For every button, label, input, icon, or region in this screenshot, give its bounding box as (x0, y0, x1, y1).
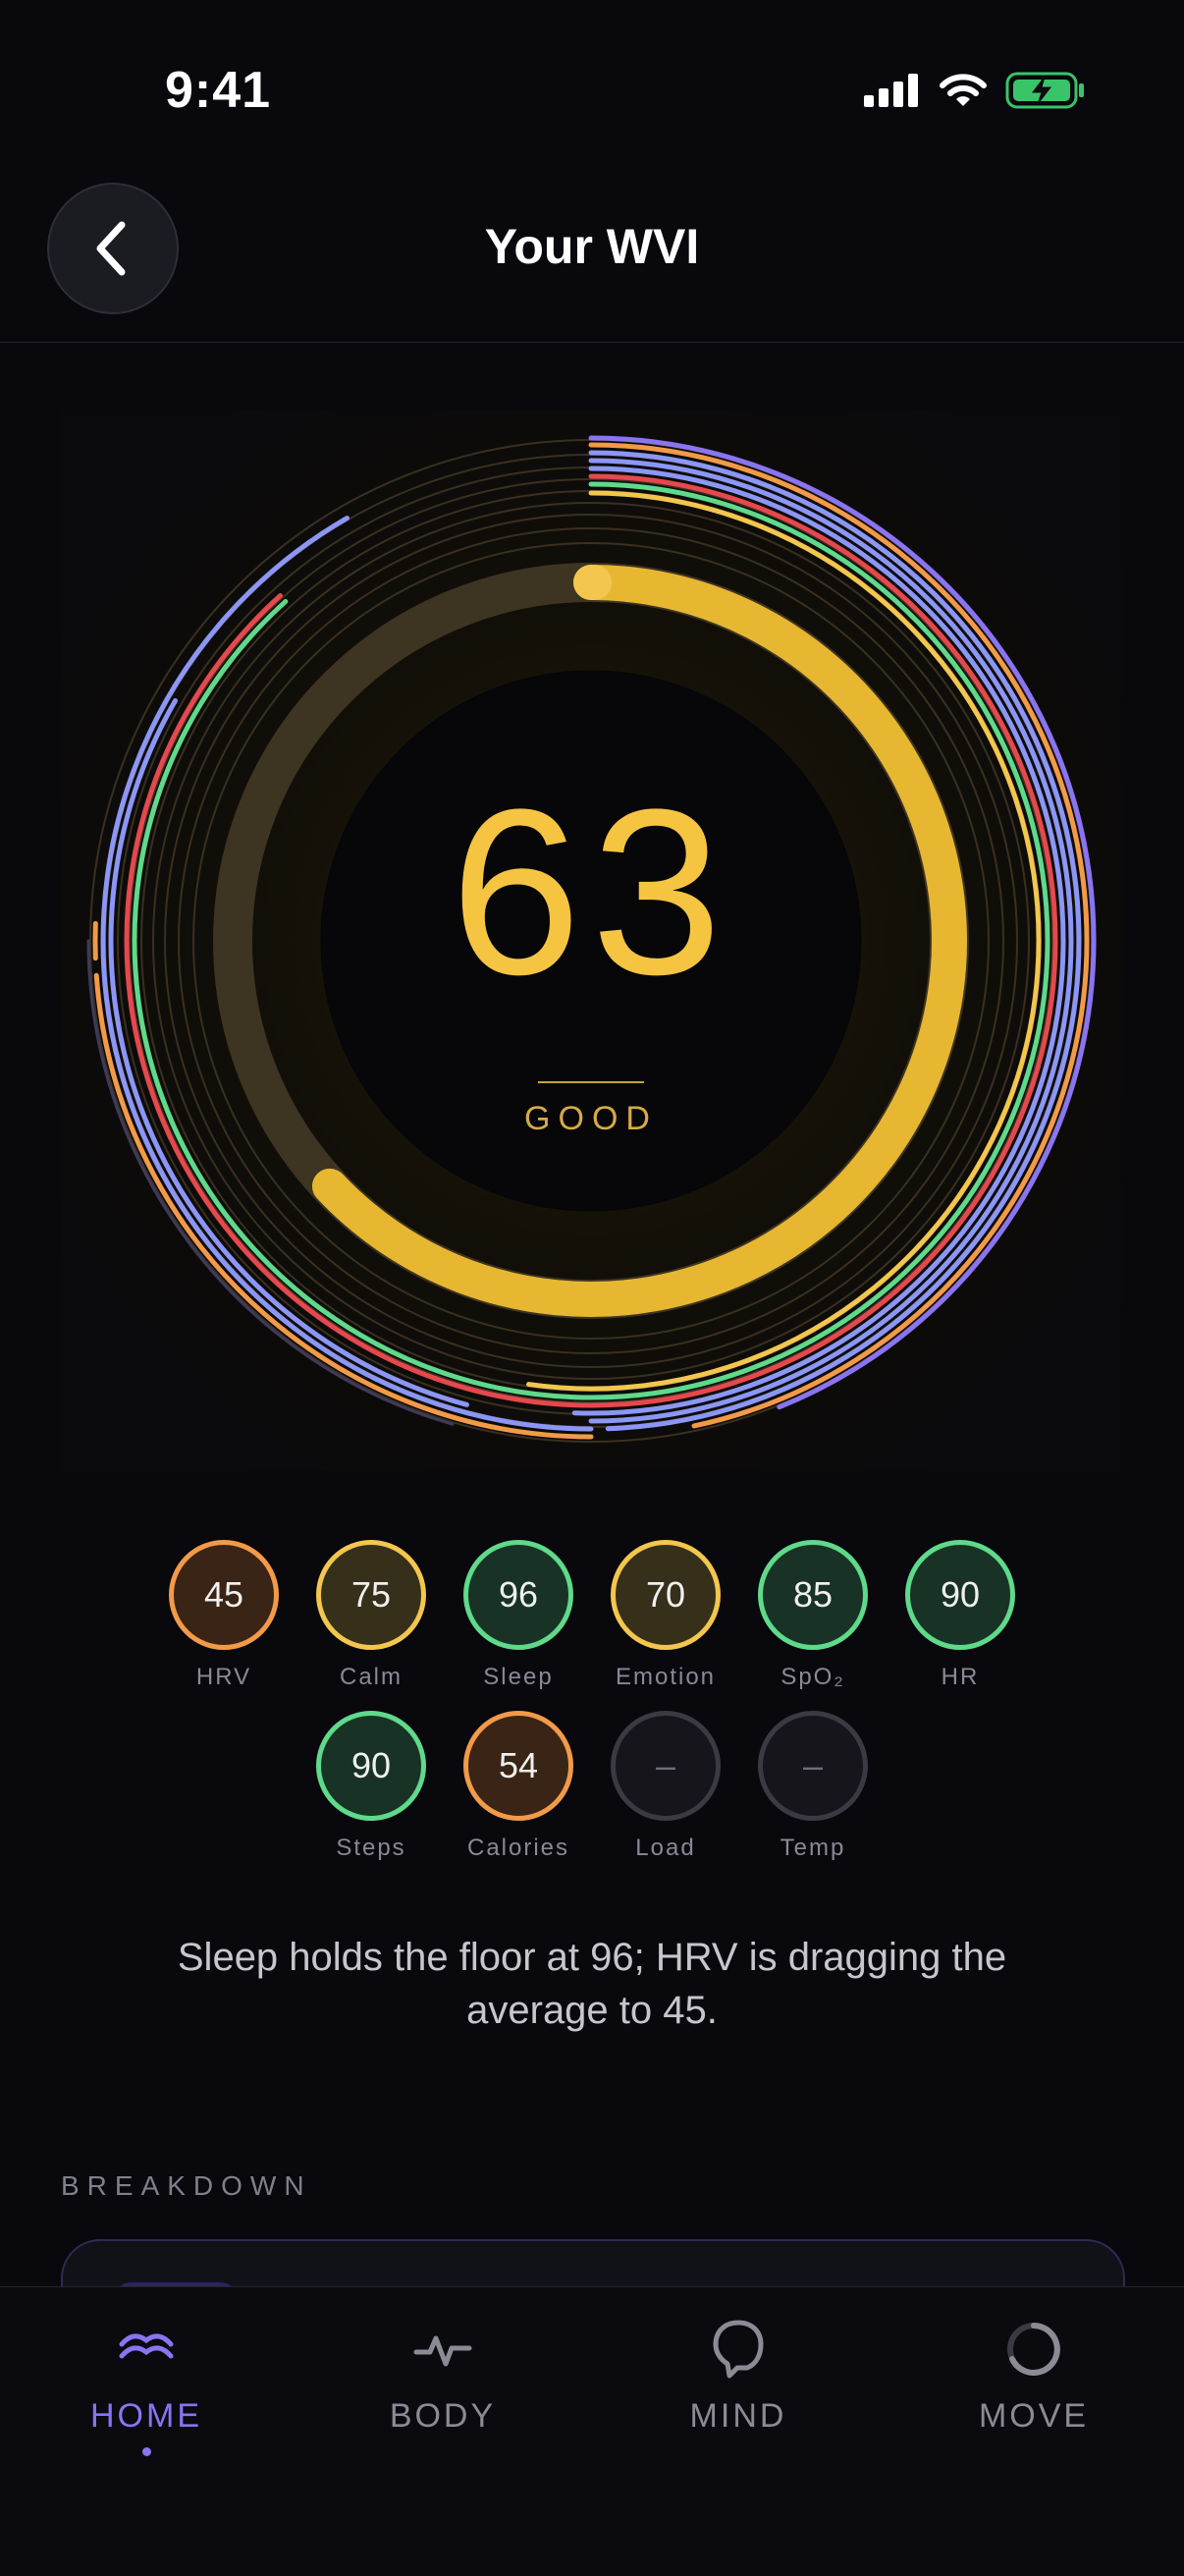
status-time: 9:41 (165, 61, 271, 120)
metric-value: 90 (316, 1711, 426, 1821)
metric-value: – (758, 1711, 868, 1821)
metric-chip-sleep[interactable]: 96 Sleep (460, 1540, 576, 1691)
head-icon (704, 2315, 773, 2384)
metric-label: HR (942, 1664, 980, 1691)
summary-text: Sleep holds the floor at 96; HRV is drag… (147, 1931, 1037, 2037)
tab-body[interactable]: BODY (345, 2315, 541, 2436)
page-title: Your WVI (0, 218, 1184, 275)
header: Your WVI (0, 157, 1184, 343)
metric-value: 75 (316, 1540, 426, 1650)
breakdown-heading: BREAKDOWN (61, 2170, 312, 2202)
tab-move-label: MOVE (936, 2397, 1132, 2436)
tab-mind-label: MIND (640, 2397, 836, 2436)
metric-chip-emotion[interactable]: 70 Emotion (608, 1540, 724, 1691)
wifi-icon (939, 73, 988, 108)
metric-value: 90 (905, 1540, 1015, 1650)
wvi-score-label: GOOD (61, 1100, 1121, 1138)
metric-label: Calm (340, 1664, 403, 1691)
score-divider (538, 1081, 644, 1083)
metric-label: HRV (196, 1664, 251, 1691)
tab-home-label: HOME (48, 2397, 244, 2436)
metric-label: SpO₂ (780, 1664, 844, 1691)
metric-chip-steps[interactable]: 90 Steps (313, 1711, 429, 1862)
wvi-ring-panel: 63 GOOD (61, 411, 1121, 1471)
metric-chip-temp[interactable]: – Temp (755, 1711, 871, 1862)
metric-value: 96 (463, 1540, 573, 1650)
metric-label: Temp (780, 1835, 846, 1862)
metric-value: 70 (611, 1540, 721, 1650)
metric-chip-spo[interactable]: 85 SpO₂ (755, 1540, 871, 1691)
metric-chips: 45 HRV 75 Calm 96 Sleep 70 Emotion 85 SpO₂ 90 HR 90… (0, 1540, 1184, 1882)
metric-row-2: 90 Steps 54 Calories – Load – Temp (0, 1711, 1184, 1862)
metric-value: – (611, 1711, 721, 1821)
active-tab-indicator (142, 2447, 151, 2456)
metric-label: Calories (467, 1835, 569, 1862)
ring-icon (999, 2315, 1068, 2384)
metric-chip-calories[interactable]: 54 Calories (460, 1711, 576, 1862)
status-bar: 9:41 (0, 0, 1184, 147)
tab-mind[interactable]: MIND (640, 2315, 836, 2436)
metric-value: 45 (169, 1540, 279, 1650)
tab-move[interactable]: MOVE (936, 2315, 1132, 2436)
metric-chip-hrv[interactable]: 45 HRV (166, 1540, 282, 1691)
tab-body-label: BODY (345, 2397, 541, 2436)
tab-bar: HOME BODY MIND MOVE (0, 2286, 1184, 2576)
metric-chip-calm[interactable]: 75 Calm (313, 1540, 429, 1691)
wvi-score: 63 (61, 774, 1121, 1010)
home-waves-icon (112, 2315, 181, 2384)
metric-value: 85 (758, 1540, 868, 1650)
metric-label: Steps (336, 1835, 405, 1862)
tab-home[interactable]: HOME (48, 2315, 244, 2456)
metric-chip-load[interactable]: – Load (608, 1711, 724, 1862)
metric-label: Emotion (616, 1664, 716, 1691)
battery-charging-icon (1005, 71, 1086, 110)
pulse-icon (408, 2315, 477, 2384)
metric-value: 54 (463, 1711, 573, 1821)
metric-chip-hr[interactable]: 90 HR (902, 1540, 1018, 1691)
signal-icon (862, 74, 921, 107)
metric-label: Sleep (483, 1664, 553, 1691)
metric-row-1: 45 HRV 75 Calm 96 Sleep 70 Emotion 85 SpO₂ 90 HR (0, 1540, 1184, 1691)
metric-label: Load (635, 1835, 695, 1862)
